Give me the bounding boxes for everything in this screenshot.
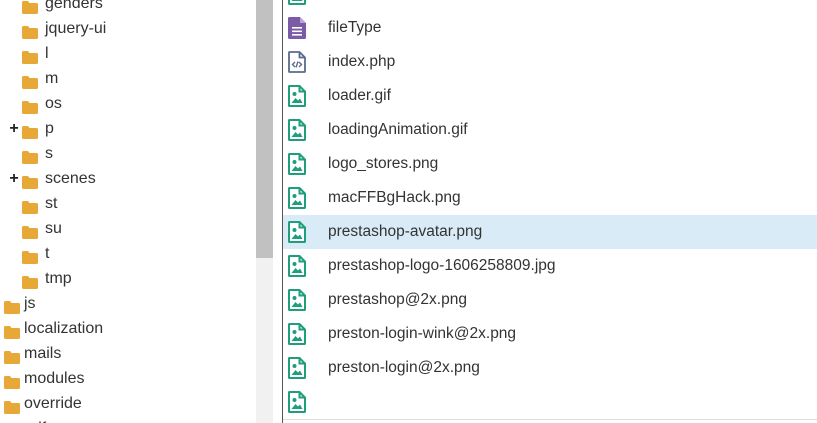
folder-icon bbox=[4, 347, 20, 364]
tree-item-m[interactable]: m bbox=[0, 66, 256, 91]
file-row[interactable]: prestashop@2x.png bbox=[283, 283, 817, 318]
folder-icon bbox=[4, 397, 20, 414]
tree-item-su[interactable]: su bbox=[0, 216, 256, 241]
image-file-icon bbox=[288, 391, 306, 413]
text-file-icon bbox=[288, 17, 306, 39]
file-row[interactable]: index.php bbox=[283, 45, 817, 80]
folder-tree: genders jquery-ui l m os + p s + scenes st su t tmp js… bbox=[0, 0, 256, 423]
tree-item-jquery-ui[interactable]: jquery-ui bbox=[0, 16, 256, 41]
file-row[interactable]: preston-login-wink@2x.png bbox=[283, 317, 817, 352]
tree-item-t[interactable]: t bbox=[0, 241, 256, 266]
file-name: preston-login@2x.png bbox=[328, 359, 480, 376]
tree-item-label: s bbox=[45, 145, 53, 162]
folder-icon bbox=[22, 72, 38, 89]
tree-item-l[interactable]: l bbox=[0, 41, 256, 66]
file-list: favicon.ico fileType index.php loader.gif lo… bbox=[282, 0, 817, 423]
image-file-icon bbox=[288, 255, 306, 277]
file-row[interactable]: logo_stores.png bbox=[283, 147, 817, 182]
tree-item-label: tmp bbox=[45, 270, 72, 287]
expand-plus-icon[interactable]: + bbox=[8, 116, 20, 141]
file-name: fileType bbox=[328, 19, 382, 36]
tree-item-label: os bbox=[45, 95, 62, 112]
folder-icon bbox=[22, 172, 38, 189]
folder-icon bbox=[4, 297, 20, 314]
folder-icon bbox=[4, 322, 20, 339]
tree-item-label: m bbox=[45, 70, 59, 87]
image-file-icon bbox=[288, 119, 306, 141]
file-row[interactable]: loadingAnimation.gif bbox=[283, 113, 817, 148]
tree-item-modules[interactable]: modules bbox=[0, 366, 256, 391]
image-file-icon bbox=[288, 357, 306, 379]
tree-item-os[interactable]: os bbox=[0, 91, 256, 116]
image-file-icon bbox=[288, 289, 306, 311]
folder-icon bbox=[22, 97, 38, 114]
tree-item-pdf[interactable]: pdf bbox=[0, 416, 256, 423]
folder-icon bbox=[22, 222, 38, 239]
tree-item-genders[interactable]: genders bbox=[0, 0, 256, 16]
tree-item-tmp[interactable]: tmp bbox=[0, 266, 256, 291]
tree-item-localization[interactable]: localization bbox=[0, 316, 256, 341]
tree-item-label: genders bbox=[45, 0, 103, 12]
folder-icon bbox=[4, 372, 20, 389]
tree-item-override[interactable]: override bbox=[0, 391, 256, 416]
folder-icon bbox=[22, 147, 38, 164]
tree-item-label: pdf bbox=[24, 416, 46, 423]
tree-item-p[interactable]: + p bbox=[0, 116, 256, 141]
tree-item-mails[interactable]: mails bbox=[0, 341, 256, 366]
folder-icon bbox=[22, 197, 38, 214]
folder-icon bbox=[22, 122, 38, 139]
expand-plus-icon[interactable]: + bbox=[8, 166, 20, 191]
tree-item-scenes[interactable]: + scenes bbox=[0, 166, 256, 191]
file-row[interactable] bbox=[283, 385, 817, 420]
file-name: favicon.ico bbox=[328, 0, 401, 11]
code-file-icon bbox=[288, 51, 306, 73]
folder-icon bbox=[22, 272, 38, 289]
file-name: prestashop-avatar.png bbox=[328, 223, 483, 240]
tree-item-s[interactable]: s bbox=[0, 141, 256, 166]
file-row[interactable]: preston-login@2x.png bbox=[283, 351, 817, 386]
scrollbar-thumb[interactable] bbox=[256, 0, 273, 258]
image-file-icon bbox=[288, 323, 306, 345]
file-name: prestashop@2x.png bbox=[328, 291, 467, 308]
folder-icon bbox=[22, 0, 38, 14]
folder-icon bbox=[22, 22, 38, 39]
image-file-icon bbox=[288, 0, 306, 5]
tree-item-st[interactable]: st bbox=[0, 191, 256, 216]
tree-item-label: mails bbox=[24, 345, 62, 362]
image-file-icon bbox=[288, 85, 306, 107]
tree-item-label: t bbox=[45, 245, 50, 262]
file-name: index.php bbox=[328, 53, 396, 70]
tree-item-label: js bbox=[24, 295, 36, 312]
file-row[interactable]: macFFBgHack.png bbox=[283, 181, 817, 216]
tree-item-label: st bbox=[45, 195, 58, 212]
folder-icon bbox=[22, 247, 38, 264]
file-row[interactable]: prestashop-avatar.png bbox=[283, 215, 817, 250]
tree-item-label: localization bbox=[24, 320, 104, 337]
image-file-icon bbox=[288, 153, 306, 175]
image-file-icon bbox=[288, 221, 306, 243]
file-name: preston-login-wink@2x.png bbox=[328, 325, 517, 342]
file-name: loadingAnimation.gif bbox=[328, 121, 468, 138]
tree-item-label: p bbox=[45, 120, 54, 137]
tree-scrollbar[interactable] bbox=[256, 0, 273, 423]
tree-item-label: l bbox=[45, 45, 49, 62]
tree-item-label: modules bbox=[24, 370, 85, 387]
file-name: prestashop-logo-1606258809.jpg bbox=[328, 257, 556, 274]
file-name: logo_stores.png bbox=[328, 155, 439, 172]
tree-item-js[interactable]: js bbox=[0, 291, 256, 316]
file-row[interactable]: loader.gif bbox=[283, 79, 817, 114]
image-file-icon bbox=[288, 187, 306, 209]
tree-item-label: scenes bbox=[45, 170, 96, 187]
file-name: loader.gif bbox=[328, 87, 391, 104]
tree-item-label: su bbox=[45, 220, 62, 237]
folder-icon bbox=[22, 47, 38, 64]
tree-item-label: override bbox=[24, 395, 82, 412]
tree-item-label: jquery-ui bbox=[45, 20, 107, 37]
file-row[interactable]: prestashop-logo-1606258809.jpg bbox=[283, 249, 817, 284]
file-row[interactable]: fileType bbox=[283, 11, 817, 46]
file-name: macFFBgHack.png bbox=[328, 189, 461, 206]
